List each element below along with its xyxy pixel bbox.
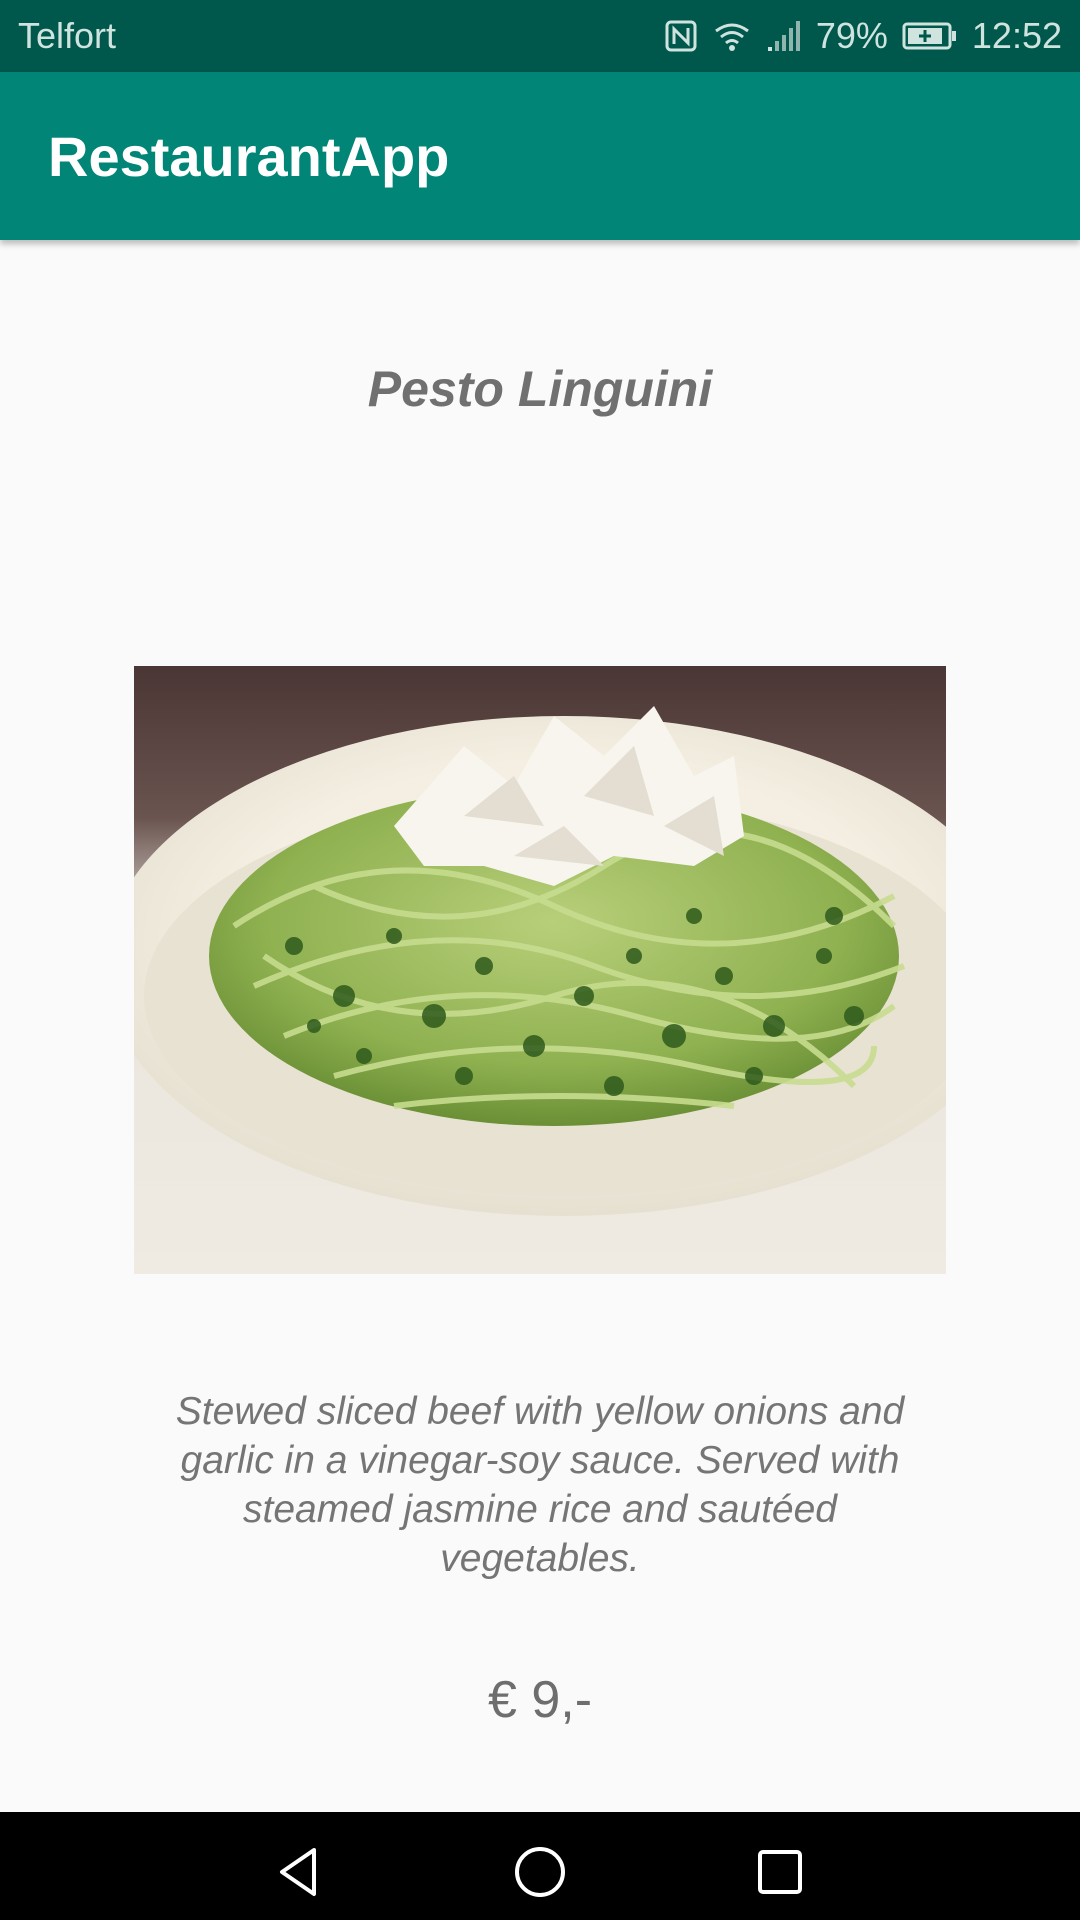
clock: 12:52 <box>971 15 1062 56</box>
back-triangle-icon[interactable] <box>270 1842 330 1902</box>
nfc-icon <box>664 19 698 53</box>
signal-icon <box>766 19 802 53</box>
dish-description: Stewed sliced beef with yellow onions an… <box>175 1390 905 1580</box>
wifi-icon <box>712 19 752 53</box>
dish-image <box>134 666 946 1274</box>
status-icons: 79% 12:52 <box>664 15 1062 57</box>
app-bar: RestaurantApp <box>0 72 1080 240</box>
battery-percent: 79% <box>815 15 888 56</box>
app-screen: Telfort 79% 12:52 RestaurantApp Pesto Li… <box>0 0 1080 1920</box>
dish-price: € 9,- <box>487 1671 593 1729</box>
dish-name: Pesto Linguini <box>367 361 713 417</box>
battery-icon <box>902 21 958 51</box>
recents-square-icon[interactable] <box>750 1842 810 1902</box>
home-circle-icon[interactable] <box>510 1842 570 1902</box>
carrier-name: Telfort <box>18 15 117 56</box>
app-title: RestaurantApp <box>48 124 450 188</box>
navigation-bar <box>0 1812 1080 1920</box>
status-bar: Telfort 79% 12:52 <box>0 0 1080 72</box>
